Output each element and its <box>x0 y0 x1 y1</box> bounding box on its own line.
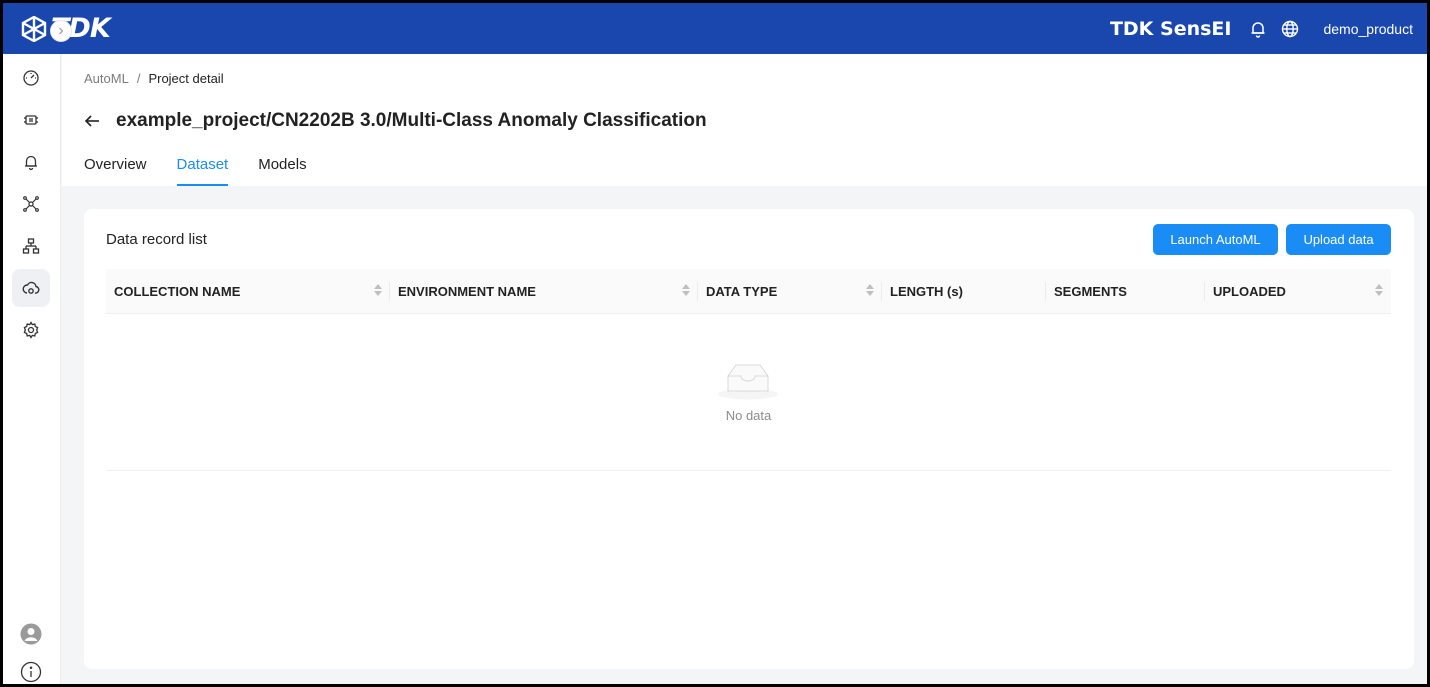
tdk-logo-icon <box>21 15 47 42</box>
user-avatar-icon <box>20 623 42 645</box>
card-title: Data record list <box>106 231 207 248</box>
sidebar-item-network[interactable] <box>12 185 50 223</box>
column-label: SEGMENTS <box>1054 283 1127 299</box>
sort-icon <box>866 283 874 296</box>
bell-icon <box>25 155 37 171</box>
empty-state: No data <box>106 314 1391 471</box>
table-header: COLLECTION NAME ENVIRONMENT NAME DATA TY… <box>106 269 1391 314</box>
data-record-table: COLLECTION NAME ENVIRONMENT NAME DATA TY… <box>106 269 1391 471</box>
cloud-sync-icon <box>22 281 40 294</box>
column-header-segments: SEGMENTS <box>1046 269 1205 314</box>
dashboard-icon <box>23 70 39 86</box>
sidebar-item-alerts[interactable] <box>12 143 50 181</box>
column-header-collection-name[interactable]: COLLECTION NAME <box>106 269 390 314</box>
breadcrumb-current: Project detail <box>148 71 224 86</box>
column-label: LENGTH (s) <box>890 283 963 299</box>
info-icon <box>20 661 42 683</box>
column-header-uploaded[interactable]: UPLOADED <box>1205 269 1391 314</box>
gear-icon <box>23 321 39 339</box>
breadcrumb: AutoML / Project detail <box>84 71 224 86</box>
column-label: UPLOADED <box>1213 283 1286 299</box>
empty-inbox-icon <box>718 364 778 400</box>
hierarchy-icon <box>22 238 40 254</box>
sidebar-item-devices[interactable] <box>12 101 50 139</box>
sidebar-item-automl[interactable] <box>12 269 50 307</box>
sidebar-item-hierarchy[interactable] <box>12 227 50 265</box>
column-header-data-type[interactable]: DATA TYPE <box>698 269 882 314</box>
topbar-actions: TDK SensEI demo_product <box>1110 3 1413 54</box>
empty-state-text: No data <box>725 408 772 423</box>
sidebar-expand-button[interactable] <box>50 20 72 42</box>
sidebar-item-dashboard[interactable] <box>12 59 50 97</box>
product-name: TDK SensEI <box>1109 17 1232 40</box>
sort-icon <box>682 283 690 296</box>
title-row: example_project/CN2202B 3.0/Multi-Class … <box>84 110 707 132</box>
back-arrow-icon[interactable] <box>84 112 102 130</box>
breadcrumb-separator: / <box>136 71 141 86</box>
tab-models[interactable]: Models <box>258 154 306 186</box>
page-title: example_project/CN2202B 3.0/Multi-Class … <box>116 110 707 131</box>
username-menu[interactable]: demo_product <box>1323 21 1413 37</box>
page-header: AutoML / Project detail example_project/… <box>62 54 1427 186</box>
launch-automl-button[interactable]: Launch AutoML <box>1153 224 1278 255</box>
sidebar <box>3 54 61 684</box>
chip-icon <box>24 115 38 125</box>
network-icon <box>23 196 39 212</box>
sidebar-item-settings[interactable] <box>12 311 50 349</box>
tab-bar: Overview Dataset Models <box>84 154 337 186</box>
sort-icon <box>374 283 382 296</box>
sidebar-item-info[interactable] <box>12 653 50 684</box>
data-record-card: Data record list Launch AutoML Upload da… <box>84 209 1414 669</box>
column-label: COLLECTION NAME <box>114 283 241 299</box>
column-header-environment-name[interactable]: ENVIRONMENT NAME <box>390 269 698 314</box>
chevron-right-icon <box>59 27 64 35</box>
upload-data-button[interactable]: Upload data <box>1286 224 1391 255</box>
notification-bell-icon[interactable] <box>1247 18 1269 40</box>
column-label: DATA TYPE <box>706 283 778 299</box>
sort-icon <box>1375 283 1383 296</box>
app-window: TDK TDK SensEI demo_product AutoML / Pro… <box>3 3 1427 684</box>
column-header-length: LENGTH (s) <box>882 269 1046 314</box>
top-bar: TDK TDK SensEI demo_product <box>3 3 1427 54</box>
sidebar-item-profile[interactable] <box>12 615 50 653</box>
breadcrumb-automl[interactable]: AutoML <box>84 71 129 86</box>
tab-overview[interactable]: Overview <box>84 154 147 186</box>
globe-icon[interactable] <box>1279 18 1301 40</box>
column-label: ENVIRONMENT NAME <box>398 283 536 299</box>
tab-dataset[interactable]: Dataset <box>176 154 228 186</box>
